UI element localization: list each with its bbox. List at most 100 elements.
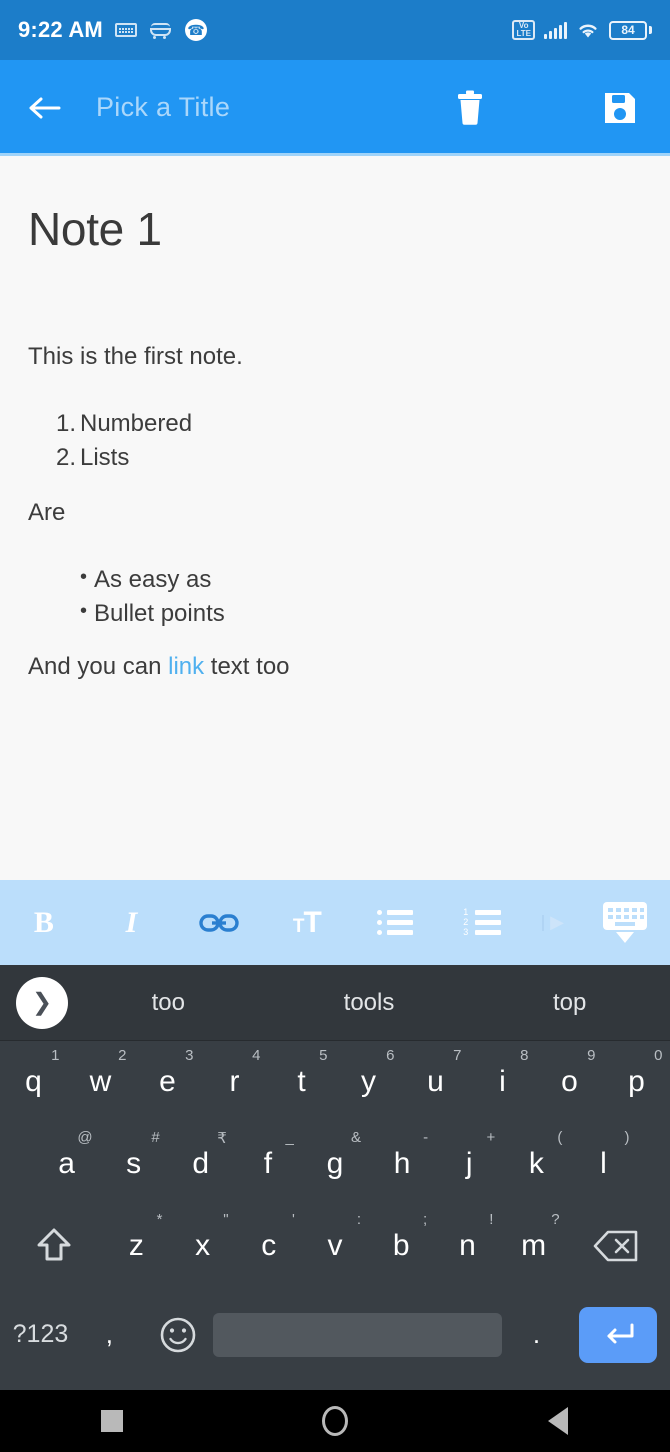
numbered-list-button[interactable]: 1 2 3 xyxy=(438,880,526,965)
backspace-key[interactable] xyxy=(567,1205,666,1287)
key-p[interactable]: 0p xyxy=(603,1041,670,1123)
suggestion-item[interactable]: top xyxy=(469,989,670,1017)
key-j[interactable]: + j xyxy=(436,1123,503,1205)
list-text: Numbered xyxy=(80,410,193,438)
key-u[interactable]: 7u xyxy=(402,1041,469,1123)
key-q[interactable]: 1q xyxy=(0,1041,67,1123)
key-r[interactable]: 4r xyxy=(201,1041,268,1123)
key-sup: ! xyxy=(489,1211,494,1228)
hide-keyboard-button[interactable] xyxy=(580,900,670,946)
key-sup: @ xyxy=(77,1129,93,1146)
bullet-list-button[interactable] xyxy=(351,880,439,965)
recents-button[interactable] xyxy=(0,1410,223,1432)
status-time: 9:22 AM xyxy=(18,17,103,42)
note-paragraph-first: This is the first note. xyxy=(28,343,243,370)
space-key[interactable] xyxy=(212,1287,503,1382)
note-title[interactable]: Note 1 xyxy=(28,202,642,256)
key-c[interactable]: ' c xyxy=(236,1205,302,1287)
toolbar-overflow-button[interactable]: ▶ xyxy=(526,912,580,933)
enter-key[interactable] xyxy=(571,1287,664,1382)
key-k[interactable]: (k xyxy=(503,1123,570,1205)
keyboard-row-2: @ a # s ₹ d _ f & g -h + j (k ) l xyxy=(0,1123,670,1205)
back-button[interactable] xyxy=(22,85,68,131)
key-h[interactable]: -h xyxy=(369,1123,436,1205)
italic-button[interactable]: I xyxy=(88,880,176,965)
key-v[interactable]: :v xyxy=(302,1205,368,1287)
key-label: e xyxy=(159,1065,176,1098)
key-label: s xyxy=(126,1147,142,1180)
save-note-button[interactable] xyxy=(592,80,648,136)
inline-link[interactable]: link xyxy=(168,653,204,680)
delete-note-button[interactable] xyxy=(442,80,498,136)
comma-key[interactable]: , xyxy=(75,1287,144,1382)
arrow-left-icon xyxy=(29,97,61,118)
key-s[interactable]: # s xyxy=(100,1123,167,1205)
key-i[interactable]: 8i xyxy=(469,1041,536,1123)
key-o[interactable]: 9o xyxy=(536,1041,603,1123)
key-label: j xyxy=(465,1147,473,1180)
numbered-list: 1. Numbered 2. Lists xyxy=(28,407,642,475)
back-nav-button[interactable] xyxy=(447,1407,670,1435)
shift-key[interactable] xyxy=(4,1205,103,1287)
overflow-divider xyxy=(542,914,545,931)
suggestion-item[interactable]: tools xyxy=(269,989,470,1017)
list-text: As easy as xyxy=(94,565,212,593)
key-x[interactable]: " x xyxy=(170,1205,236,1287)
key-label: d xyxy=(192,1147,210,1180)
text-size-button[interactable]: TT xyxy=(263,880,351,965)
key-sup: - xyxy=(423,1129,429,1146)
expand-suggestions-button[interactable]: ❯ xyxy=(16,976,68,1029)
key-sup: ) xyxy=(624,1129,630,1146)
key-sup: 7 xyxy=(453,1047,462,1064)
note-paragraph-link: And you can link text too xyxy=(28,651,642,683)
list-item: 1. Numbered xyxy=(28,407,642,441)
keyboard-row-3: * z " x ' c :v ; b ! n ? m xyxy=(0,1205,670,1287)
list-text: Bullet points xyxy=(94,600,225,628)
key-f[interactable]: _ f xyxy=(234,1123,301,1205)
save-floppy-icon xyxy=(605,92,635,123)
format-toolbar: B I TT 1 2 3 ▶ xyxy=(0,880,670,965)
key-label: r xyxy=(229,1065,240,1098)
key-y[interactable]: 6y xyxy=(335,1041,402,1123)
key-z[interactable]: * z xyxy=(103,1205,169,1287)
list-item: • Bullet points xyxy=(28,597,642,631)
key-l[interactable]: ) l xyxy=(570,1123,637,1205)
bold-icon: B xyxy=(33,905,54,939)
key-e[interactable]: 3e xyxy=(134,1041,201,1123)
symbols-key[interactable]: ?123 xyxy=(6,1287,75,1382)
trash-icon xyxy=(458,90,482,125)
key-sup: 8 xyxy=(520,1047,529,1064)
key-n[interactable]: ! n xyxy=(434,1205,500,1287)
status-bar-right: Vo LTE 84 xyxy=(512,20,652,40)
volte-bottom: LTE xyxy=(516,29,531,38)
bullet-list: • As easy as • Bullet points xyxy=(28,563,642,631)
period-key[interactable]: . xyxy=(502,1287,571,1382)
key-label: b xyxy=(392,1229,410,1262)
bullet-marker: • xyxy=(80,600,88,623)
battery-icon: 84 xyxy=(609,20,652,40)
link-button[interactable] xyxy=(175,880,263,965)
key-t[interactable]: 5t xyxy=(268,1041,335,1123)
key-sup: ( xyxy=(557,1129,563,1146)
key-label: o xyxy=(561,1065,578,1098)
key-b[interactable]: ; b xyxy=(368,1205,434,1287)
android-nav-bar xyxy=(0,1390,670,1452)
app-bar: Pick a Title xyxy=(0,60,670,155)
key-g[interactable]: & g xyxy=(301,1123,368,1205)
emoji-key[interactable] xyxy=(144,1287,213,1382)
phone-icon: ☎ xyxy=(184,19,207,41)
key-m[interactable]: ? m xyxy=(501,1205,567,1287)
bold-button[interactable]: B xyxy=(0,880,88,965)
key-label: t xyxy=(297,1065,306,1098)
key-sup: 1 xyxy=(51,1047,60,1064)
key-w[interactable]: 2w xyxy=(67,1041,134,1123)
suggestion-item[interactable]: too xyxy=(68,989,269,1017)
title-input[interactable]: Pick a Title xyxy=(96,92,442,123)
link-line-after: text too xyxy=(204,653,290,681)
key-label: w xyxy=(89,1065,112,1098)
key-a[interactable]: @ a xyxy=(33,1123,100,1205)
key-d[interactable]: ₹ d xyxy=(167,1123,234,1205)
bullet-marker: • xyxy=(80,565,88,588)
home-button[interactable] xyxy=(223,1406,446,1436)
note-editor[interactable]: Note 1 This is the first note. 1. Number… xyxy=(0,156,670,880)
